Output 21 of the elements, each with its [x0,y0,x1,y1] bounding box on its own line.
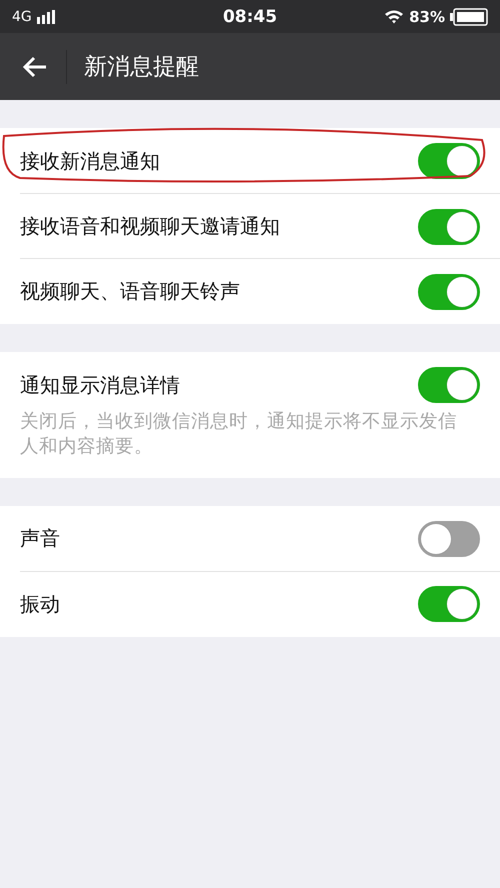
toggle-switch[interactable] [418,208,480,244]
clock: 08:45 [222,6,278,26]
page-title: 新消息提醒 [84,53,199,82]
signal-icon [36,10,57,24]
setting-label: 声音 [20,525,60,552]
network-label: 4G [12,8,32,24]
battery-percent: 83% [409,8,445,26]
wifi-icon [384,9,404,24]
toggle-switch[interactable] [418,367,480,403]
toggle-switch[interactable] [418,586,480,622]
setting-description: 关闭后，当收到微信消息时，通知提示将不显示发信人和内容摘要。 [19,410,458,459]
toggle-switch[interactable] [418,274,480,310]
setting-label: 视频聊天、语音聊天铃声 [20,278,240,305]
setting-label: 接收新消息通知 [20,148,160,174]
toggle-switch[interactable] [418,143,480,179]
toggle-switch[interactable] [418,520,480,557]
back-arrow-icon[interactable] [22,56,48,78]
battery-icon [450,8,488,26]
setting-label: 接收语音和视频聊天邀请通知 [20,213,280,240]
setting-label: 通知显示消息详情 [20,372,180,398]
setting-label: 振动 [20,590,60,618]
